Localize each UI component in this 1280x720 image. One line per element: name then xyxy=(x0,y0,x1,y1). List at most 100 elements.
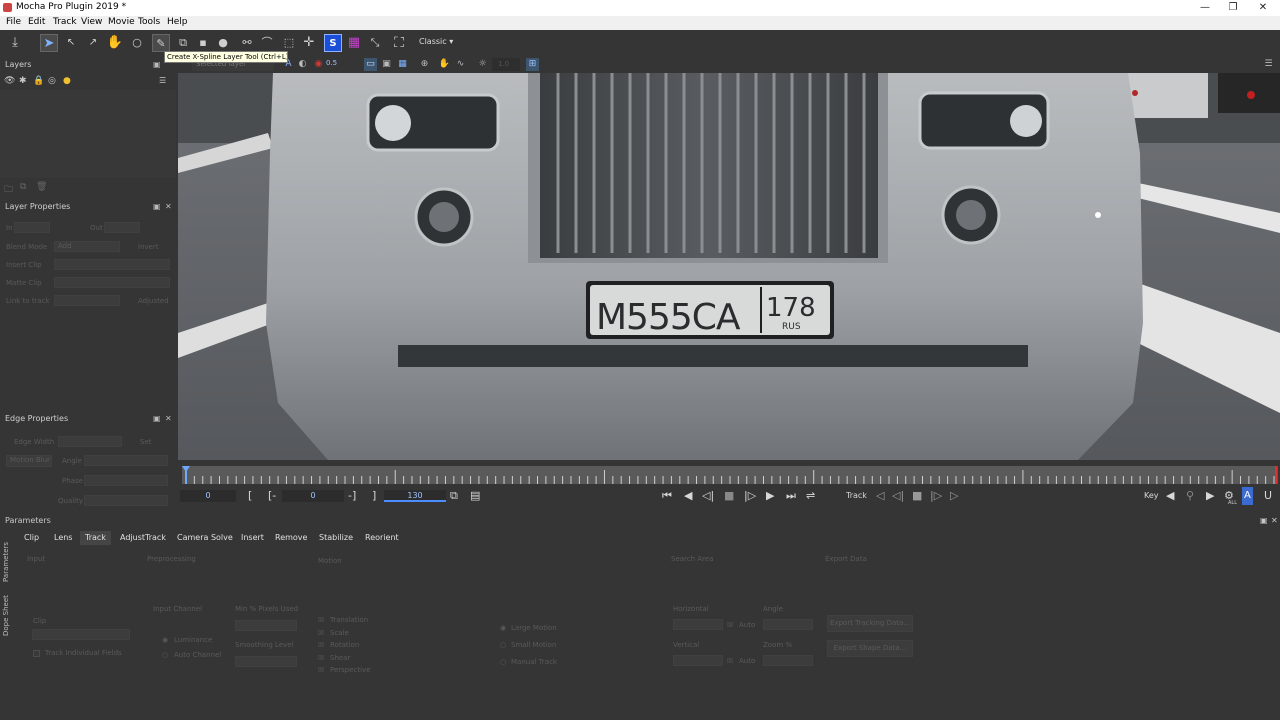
manual-track-radio[interactable]: ○ xyxy=(500,658,506,666)
set-edge-button[interactable]: Set xyxy=(140,438,152,446)
current-frame-field[interactable]: 0 xyxy=(180,490,236,502)
show-mattes-icon[interactable]: ◐ xyxy=(296,58,309,71)
vertical-auto-checkbox[interactable]: ☒ xyxy=(727,657,733,665)
translation-checkbox[interactable]: ☒ xyxy=(318,616,324,624)
vertical-field[interactable] xyxy=(673,655,723,666)
stop-icon[interactable]: ■ xyxy=(724,487,734,505)
grid-tool-icon[interactable]: ▦ xyxy=(345,34,363,52)
duplicate-layer-icon[interactable]: ⧉ xyxy=(20,182,26,192)
smoothing-level-field[interactable] xyxy=(235,656,297,667)
horizontal-auto-checkbox[interactable]: ☒ xyxy=(727,621,733,629)
zoom-field[interactable] xyxy=(763,655,813,666)
go-to-end-icon[interactable]: ⏭ xyxy=(786,487,796,505)
step-backward-icon[interactable]: ◁| xyxy=(702,487,714,505)
min-pixels-used-field[interactable] xyxy=(235,620,297,631)
attach-tool-icon[interactable]: ⌒ xyxy=(258,34,276,52)
track-individual-fields-checkbox[interactable] xyxy=(33,650,40,657)
move-tool-icon[interactable]: ✛ xyxy=(300,34,318,52)
unlock-icon[interactable]: U xyxy=(1264,487,1272,505)
quality-field[interactable] xyxy=(84,495,168,506)
float-panel-icon[interactable]: ▣ xyxy=(153,58,161,72)
curve-view-icon[interactable]: ∿ xyxy=(454,58,467,71)
link-to-track-select[interactable] xyxy=(54,295,120,306)
tab-lens[interactable]: Lens xyxy=(49,531,77,545)
stop-tracking-icon[interactable]: ■ xyxy=(912,487,922,505)
close-button[interactable]: ✕ xyxy=(1248,0,1278,16)
track-forward-icon[interactable]: ▷ xyxy=(950,487,958,505)
align-surface-icon[interactable]: ⤡ xyxy=(366,34,384,52)
add-key-icon[interactable]: ⚲ xyxy=(1186,487,1194,505)
layer-list[interactable] xyxy=(0,90,176,178)
rotation-checkbox[interactable]: ☒ xyxy=(318,641,324,649)
loop-icon[interactable]: ⇌ xyxy=(806,487,815,505)
dope-sheet-side-tab[interactable]: Dope Sheet xyxy=(2,592,14,636)
stabilize-view-icon[interactable]: ⊕ xyxy=(418,58,431,71)
large-motion-radio[interactable]: ◉ xyxy=(500,624,506,632)
menu-edit[interactable]: Edit xyxy=(28,17,45,27)
zoom-timeline-icon[interactable]: ⧉ xyxy=(450,487,458,505)
autokey-icon[interactable]: A xyxy=(1242,487,1253,505)
go-to-out-icon[interactable]: -] xyxy=(348,487,356,505)
menu-view[interactable]: View xyxy=(81,17,102,27)
close-panel-icon[interactable]: ✕ xyxy=(1271,516,1278,525)
workspace-select[interactable]: Classic ▾ xyxy=(416,35,460,49)
track-frame-backwards-icon[interactable]: ◁| xyxy=(892,487,904,505)
rectangle-tool-icon[interactable]: ▪ xyxy=(194,34,212,52)
zoom-value[interactable]: 0.5 xyxy=(326,59,337,67)
edge-width-field[interactable] xyxy=(58,436,122,447)
menu-movie[interactable]: Movie xyxy=(108,17,135,27)
tab-camera-solve[interactable]: Camera Solve xyxy=(172,531,238,545)
auto-channel-radio[interactable]: ○ xyxy=(162,651,168,659)
angle-field[interactable] xyxy=(763,619,813,630)
scale-checkbox[interactable]: ☒ xyxy=(318,629,324,637)
view-mode-icon[interactable]: ▭ xyxy=(364,58,377,71)
xspline-tool-icon[interactable]: ✎ xyxy=(152,34,170,52)
color-icon[interactable]: ● xyxy=(63,76,71,86)
lock-icon[interactable]: 🔒 xyxy=(33,76,44,86)
minimize-button[interactable]: — xyxy=(1190,0,1220,16)
set-in-point-icon[interactable]: [ xyxy=(248,487,252,505)
menu-tools[interactable]: Tools xyxy=(138,17,160,27)
opacity-field[interactable]: 1.0 xyxy=(492,58,520,71)
angle-field[interactable] xyxy=(84,455,168,466)
tab-insert[interactable]: Insert xyxy=(236,531,269,545)
tab-remove[interactable]: Remove xyxy=(270,531,312,545)
menu-help[interactable]: Help xyxy=(167,17,188,27)
close-panel-icon[interactable]: ✕ xyxy=(165,412,172,426)
matte-clip-select[interactable] xyxy=(54,277,170,288)
color-channel-icon[interactable]: ◉ xyxy=(312,58,325,71)
parameters-side-tab[interactable]: Parameters xyxy=(2,536,14,582)
select-all-tool-icon[interactable]: ↖ xyxy=(62,34,80,52)
tab-reorient[interactable]: Reorient xyxy=(360,531,404,545)
overlay-icon[interactable]: ▣ xyxy=(380,58,393,71)
hand-pan-tool-icon[interactable]: ✋ xyxy=(106,34,124,52)
small-motion-radio[interactable]: ○ xyxy=(500,641,506,649)
fit-view-icon[interactable]: ⊞ xyxy=(526,58,539,71)
menu-track[interactable]: Track xyxy=(53,17,77,27)
blend-mode-select[interactable]: Add xyxy=(54,241,120,252)
go-to-in-icon[interactable]: [- xyxy=(268,487,276,505)
gear-icon[interactable]: ✱ xyxy=(19,76,27,86)
zoom-tool-icon[interactable]: ○ xyxy=(128,34,146,52)
select-points-tool-icon[interactable]: ↗ xyxy=(84,34,102,52)
tab-adjusttrack[interactable]: AdjustTrack xyxy=(115,531,171,545)
luminance-radio[interactable]: ◉ xyxy=(162,636,168,644)
tab-track[interactable]: Track xyxy=(80,531,111,545)
ellipse-tool-icon[interactable]: ● xyxy=(214,34,232,52)
footage-viewer[interactable]: M555CA 178 RUS xyxy=(178,73,1280,460)
cache-icon[interactable]: ▤ xyxy=(470,487,480,505)
play-backward-icon[interactable]: ◀ xyxy=(684,487,692,505)
menu-file[interactable]: File xyxy=(6,17,21,27)
track-icon[interactable]: ◎ xyxy=(48,76,56,86)
perspective-checkbox[interactable]: ☒ xyxy=(318,666,324,674)
new-folder-icon[interactable]: 🗀 xyxy=(4,182,13,198)
phase-field[interactable] xyxy=(84,475,168,486)
restore-button[interactable]: ❐ xyxy=(1218,0,1248,16)
float-panel-icon[interactable]: ▣ xyxy=(153,412,161,426)
play-forward-icon[interactable]: ▶ xyxy=(766,487,774,505)
close-panel-icon[interactable]: ✕ xyxy=(165,200,172,214)
shear-checkbox[interactable]: ☒ xyxy=(318,654,324,662)
horizontal-field[interactable] xyxy=(673,619,723,630)
next-key-icon[interactable]: ▶ xyxy=(1206,487,1214,505)
in-point-field[interactable]: 0 xyxy=(282,490,344,502)
